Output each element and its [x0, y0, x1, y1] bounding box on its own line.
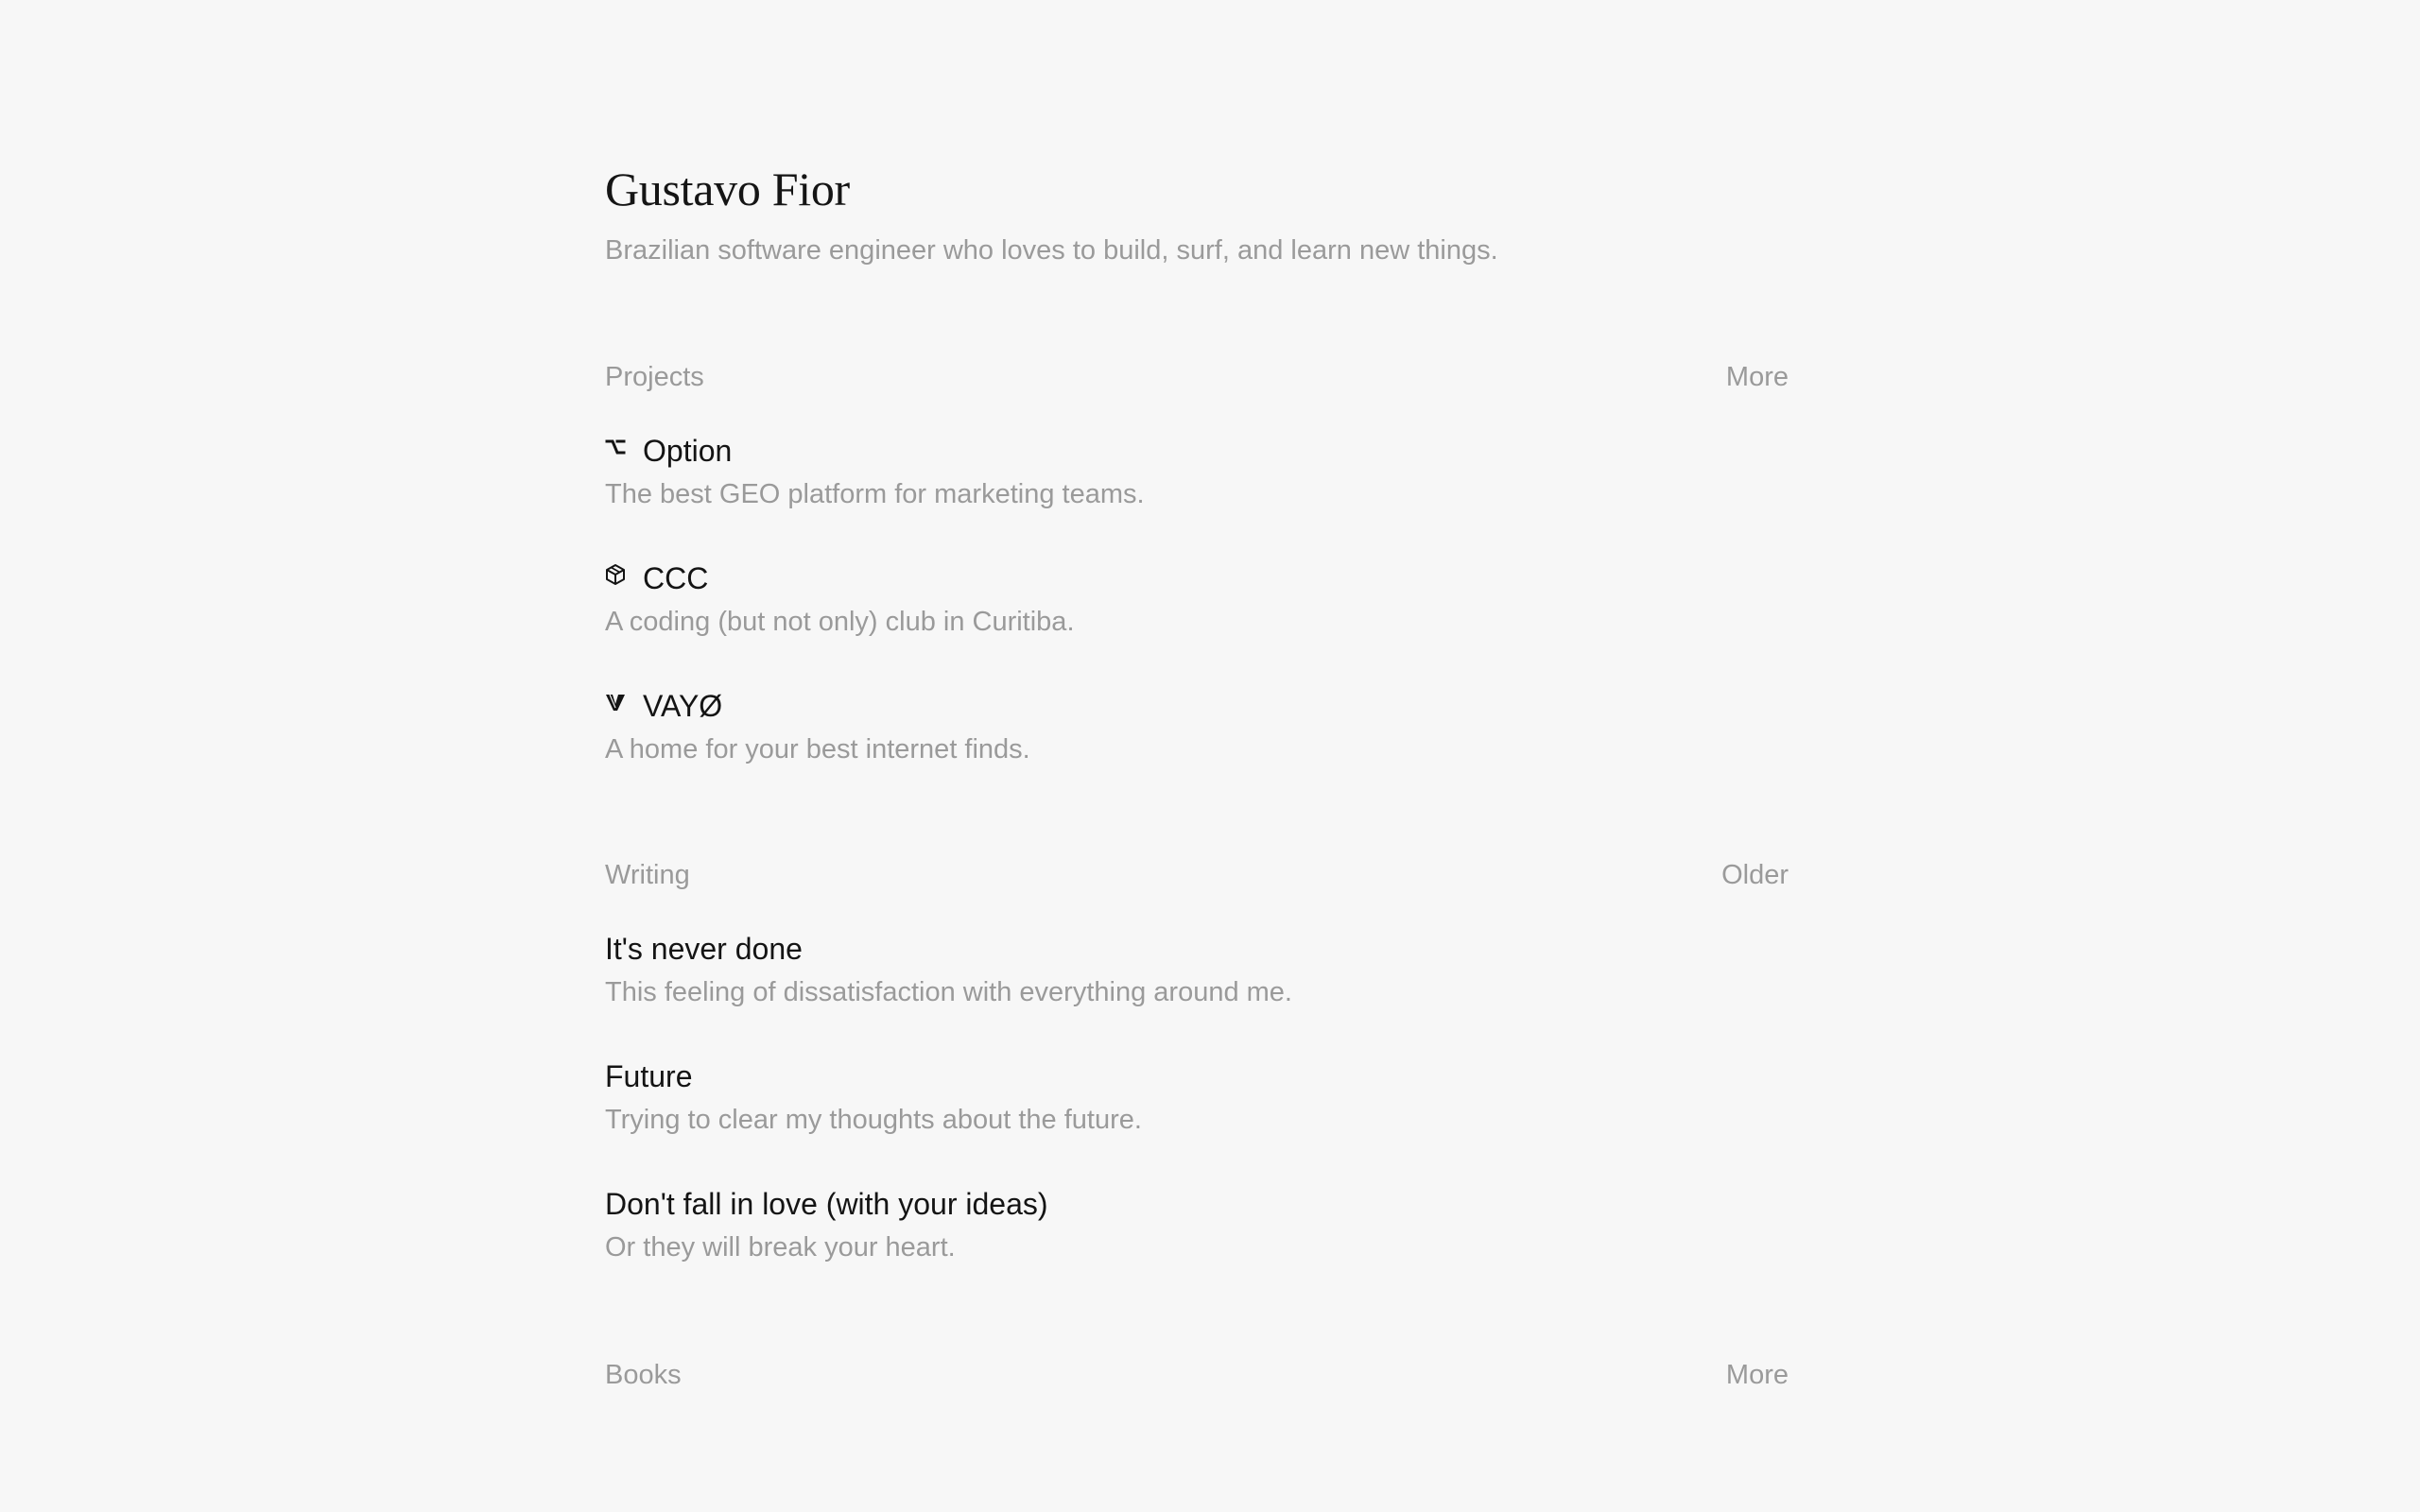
projects-header: Projects More — [605, 360, 1789, 394]
writing-header: Writing Older — [605, 858, 1789, 892]
writing-item[interactable]: It's never done This feeling of dissatis… — [605, 930, 1789, 1009]
writing-section: Writing Older It's never done This feeli… — [605, 858, 1789, 1264]
writing-list: It's never done This feeling of dissatis… — [605, 930, 1789, 1264]
books-section: Books More — [605, 1358, 1789, 1392]
project-description: A home for your best internet finds. — [605, 734, 1030, 765]
writing-title[interactable]: Don't fall in love (with your ideas) — [605, 1185, 1789, 1223]
cube-icon — [605, 562, 628, 587]
writing-item[interactable]: Don't fall in love (with your ideas) Or … — [605, 1185, 1789, 1264]
project-description: The best GEO platform for marketing team… — [605, 479, 1145, 509]
project-item-option[interactable]: Option The best GEO platform for marketi… — [605, 432, 1789, 511]
books-heading: Books — [605, 1360, 682, 1390]
projects-more-link[interactable]: More — [1726, 360, 1789, 394]
writing-heading: Writing — [605, 860, 690, 890]
writing-description: Or they will break your heart. — [605, 1232, 956, 1263]
project-title: VAYØ — [643, 689, 723, 723]
projects-section: Projects More Option The best GEO platfo… — [605, 360, 1789, 766]
project-title-row[interactable]: VAYØ — [605, 687, 1789, 725]
project-description: A coding (but not only) club in Curitiba… — [605, 607, 1075, 637]
books-more-link[interactable]: More — [1726, 1358, 1789, 1392]
project-title-row[interactable]: Option — [605, 432, 1789, 470]
books-header: Books More — [605, 1358, 1789, 1392]
project-title-row[interactable]: CCC — [605, 559, 1789, 597]
project-title: Option — [643, 434, 733, 468]
writing-item[interactable]: Future Trying to clear my thoughts about… — [605, 1057, 1789, 1137]
project-title: CCC — [643, 561, 709, 595]
projects-list: Option The best GEO platform for marketi… — [605, 432, 1789, 766]
main-content: Gustavo Fior Brazilian software engineer… — [605, 161, 1789, 1392]
v-logo-icon — [605, 690, 628, 714]
writing-title[interactable]: It's never done — [605, 930, 1789, 968]
writing-description: Trying to clear my thoughts about the fu… — [605, 1105, 1142, 1135]
writing-older-link[interactable]: Older — [1721, 858, 1789, 892]
project-item-ccc[interactable]: CCC A coding (but not only) club in Curi… — [605, 559, 1789, 639]
writing-title[interactable]: Future — [605, 1057, 1789, 1095]
bio-text: Brazilian software engineer who loves to… — [605, 235, 1498, 266]
page-title: Gustavo Fior — [605, 163, 850, 215]
projects-heading: Projects — [605, 362, 704, 392]
option-key-icon — [605, 435, 628, 459]
writing-description: This feeling of dissatisfaction with eve… — [605, 977, 1292, 1007]
project-item-vayo[interactable]: VAYØ A home for your best internet finds… — [605, 687, 1789, 766]
